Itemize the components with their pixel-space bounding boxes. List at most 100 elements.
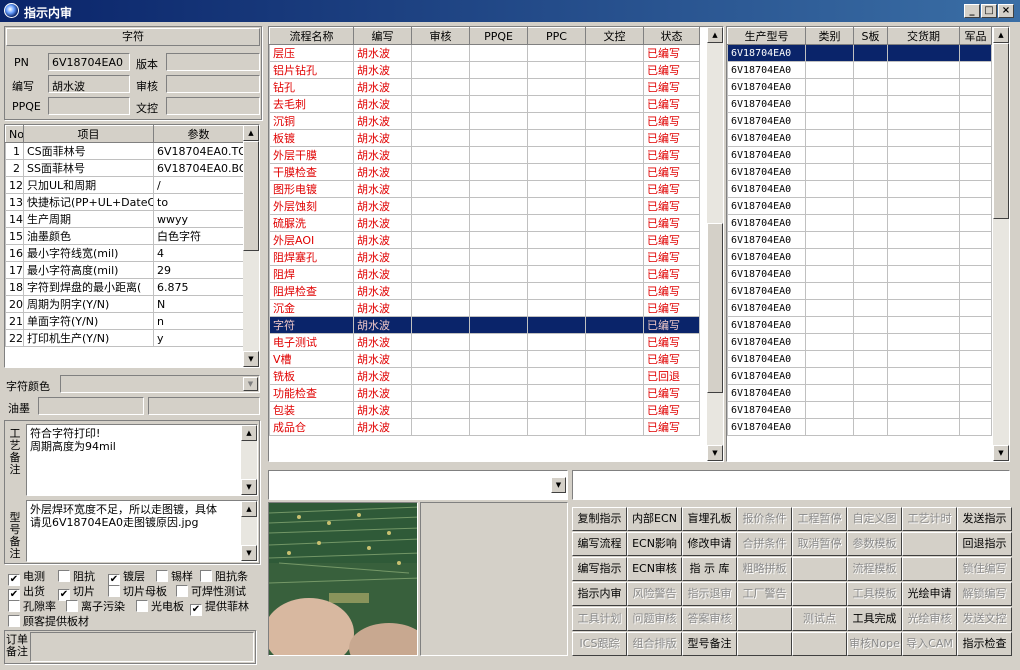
flow-row[interactable]: 阻焊 胡水波 已编写 xyxy=(269,265,700,283)
flow-ppc[interactable] xyxy=(527,350,586,368)
flow-status[interactable]: 已编写 xyxy=(643,44,700,62)
model-military[interactable] xyxy=(959,44,992,62)
model-military[interactable] xyxy=(959,78,992,96)
action-button[interactable]: ECN影响 xyxy=(627,532,682,556)
model-category[interactable] xyxy=(805,180,854,198)
flow-row[interactable]: 阻焊检查 胡水波 已编写 xyxy=(269,282,700,300)
unchecked-checkbox-icon[interactable] xyxy=(176,585,188,597)
model-row[interactable]: 6V18704EA0 xyxy=(727,95,992,113)
flow-status[interactable]: 已编写 xyxy=(643,146,700,164)
flow-ppqe[interactable] xyxy=(469,350,528,368)
flow-review[interactable] xyxy=(411,299,470,317)
dropdown-arrow-icon[interactable]: ▼ xyxy=(243,377,258,391)
flow-row[interactable]: 功能检查 胡水波 已编写 xyxy=(269,384,700,402)
action-button[interactable]: 编写指示 xyxy=(572,557,627,581)
model-delivery[interactable] xyxy=(887,112,960,130)
unchecked-checkbox-icon[interactable] xyxy=(8,615,20,627)
action-button[interactable]: 粗略拼板 xyxy=(737,557,792,581)
flow-writer[interactable]: 胡水波 xyxy=(353,282,412,300)
checked-checkbox-icon[interactable]: ✔ xyxy=(190,604,202,616)
action-button[interactable]: 指示内审 xyxy=(572,582,627,606)
flow-ppqe[interactable] xyxy=(469,231,528,249)
flow-ppqe[interactable] xyxy=(469,316,528,334)
model-category[interactable] xyxy=(805,282,854,300)
param-row[interactable]: 18 字符到焊盘的最小距离(6.875 xyxy=(5,278,244,296)
param-item[interactable]: SS面菲林号 xyxy=(23,159,154,177)
model-category[interactable] xyxy=(805,333,854,351)
flow-ppqe[interactable] xyxy=(469,78,528,96)
model-delivery[interactable] xyxy=(887,248,960,266)
ink-field-1[interactable] xyxy=(38,397,144,415)
models-scrollbar[interactable]: ▲ ▼ xyxy=(993,27,1009,461)
checkbox-item[interactable]: 阻抗 xyxy=(58,568,95,584)
action-button[interactable]: 组合排版 xyxy=(627,632,682,656)
flow-doc[interactable] xyxy=(585,350,644,368)
model-military[interactable] xyxy=(959,146,992,164)
model-row[interactable]: 6V18704EA0 xyxy=(727,214,992,232)
param-item[interactable]: 打印机生产(Y/N) xyxy=(23,329,154,347)
flow-doc[interactable] xyxy=(585,299,644,317)
model-number[interactable]: 6V18704EA0 xyxy=(727,231,806,249)
model-sboard[interactable] xyxy=(853,367,888,385)
action-button[interactable]: 自定义图 xyxy=(847,507,902,531)
flow-ppqe[interactable] xyxy=(469,180,528,198)
process-note-scrollbar[interactable]: ▲ ▼ xyxy=(241,425,257,495)
model-delivery[interactable] xyxy=(887,265,960,283)
flow-name[interactable]: 包装 xyxy=(269,401,354,419)
flow-writer[interactable]: 胡水波 xyxy=(353,350,412,368)
param-value[interactable]: 6V18704EA0.BO xyxy=(153,159,244,177)
param-no[interactable]: 17 xyxy=(5,261,24,279)
flow-ppc[interactable] xyxy=(527,299,586,317)
flow-status[interactable]: 已编写 xyxy=(643,129,700,147)
flow-status[interactable]: 已编写 xyxy=(643,350,700,368)
flow-ppc[interactable] xyxy=(527,248,586,266)
model-row[interactable]: 6V18704EA0 xyxy=(727,197,992,215)
flow-review[interactable] xyxy=(411,418,470,436)
model-military[interactable] xyxy=(959,231,992,249)
flow-name[interactable]: 外层AOI xyxy=(269,231,354,249)
model-delivery[interactable] xyxy=(887,384,960,402)
model-sboard[interactable] xyxy=(853,95,888,113)
flow-writer[interactable]: 胡水波 xyxy=(353,129,412,147)
flow-writer[interactable]: 胡水波 xyxy=(353,78,412,96)
param-item[interactable]: 字符到焊盘的最小距离( xyxy=(23,278,154,296)
flow-name[interactable]: 功能检查 xyxy=(269,384,354,402)
flow-doc[interactable] xyxy=(585,282,644,300)
unchecked-checkbox-icon[interactable] xyxy=(8,600,20,612)
action-button[interactable]: 盲埋孔板 xyxy=(682,507,737,531)
action-button[interactable]: 取消暂停 xyxy=(792,532,847,556)
flow-review[interactable] xyxy=(411,180,470,198)
flow-ppqe[interactable] xyxy=(469,197,528,215)
empty-button[interactable] xyxy=(792,557,847,581)
flow-review[interactable] xyxy=(411,163,470,181)
param-row[interactable]: 22 打印机生产(Y/N) y xyxy=(5,329,244,347)
model-delivery[interactable] xyxy=(887,44,960,62)
model-military[interactable] xyxy=(959,197,992,215)
flow-row[interactable]: 沉铜 胡水波 已编写 xyxy=(269,112,700,130)
param-value[interactable]: y xyxy=(153,329,244,347)
flow-status[interactable]: 已编写 xyxy=(643,265,700,283)
model-category[interactable] xyxy=(805,197,854,215)
flow-writer[interactable]: 胡水波 xyxy=(353,367,412,385)
flow-name[interactable]: 外层干膜 xyxy=(269,146,354,164)
model-delivery[interactable] xyxy=(887,197,960,215)
model-sboard[interactable] xyxy=(853,61,888,79)
model-military[interactable] xyxy=(959,95,992,113)
model-military[interactable] xyxy=(959,350,992,368)
flow-name[interactable]: 干膜检查 xyxy=(269,163,354,181)
params-table[interactable]: No 项目 参数 1 CS面菲林号 6V18704EA0.TO 2 SS面菲林号 6V18… xyxy=(4,124,260,368)
param-row[interactable]: 20 周期为阴字(Y/N) N xyxy=(5,295,244,313)
flow-status[interactable]: 已编写 xyxy=(643,197,700,215)
flow-ppqe[interactable] xyxy=(469,299,528,317)
flow-ppqe[interactable] xyxy=(469,146,528,164)
flow-row[interactable]: 阻焊塞孔 胡水波 已编写 xyxy=(269,248,700,266)
flow-doc[interactable] xyxy=(585,384,644,402)
action-button[interactable]: 指 示 库 xyxy=(682,557,737,581)
param-value[interactable]: wwyy xyxy=(153,210,244,228)
model-note-scrollbar[interactable]: ▲ ▼ xyxy=(241,501,257,561)
model-number[interactable]: 6V18704EA0 xyxy=(727,180,806,198)
model-row[interactable]: 6V18704EA0 xyxy=(727,282,992,300)
flow-review[interactable] xyxy=(411,265,470,283)
model-military[interactable] xyxy=(959,163,992,181)
model-sboard[interactable] xyxy=(853,44,888,62)
